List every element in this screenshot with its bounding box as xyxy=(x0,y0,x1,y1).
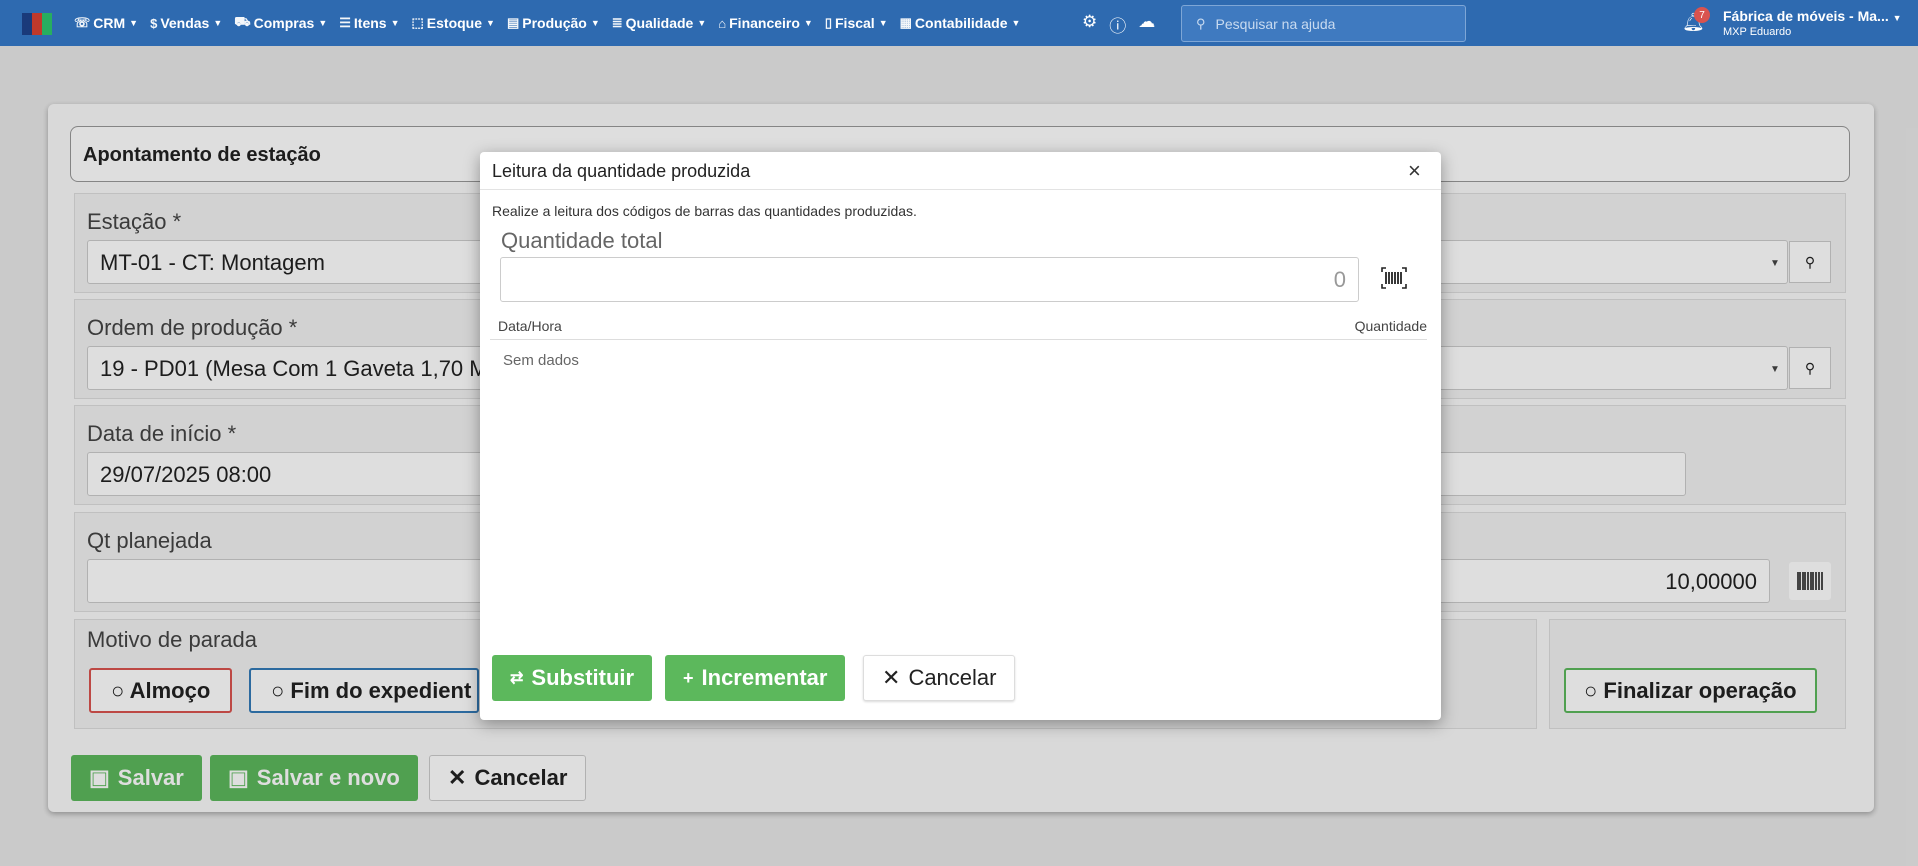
menu-contabilidade[interactable]: ▦ Contabilidade ▼ xyxy=(900,15,1021,31)
modal-header: Leitura da quantidade produzida × xyxy=(480,152,1441,190)
checklist-icon: ≣ xyxy=(611,15,623,30)
chevron-down-icon: ▼ xyxy=(213,18,223,28)
total-quantity-label: Quantidade total xyxy=(501,228,663,253)
chevron-down-icon: ▼ xyxy=(486,18,495,28)
chevron-down-icon: ▼ xyxy=(590,18,600,28)
replace-button[interactable]: ⇄ Substituir xyxy=(492,655,653,701)
chevron-down-icon: ▼ xyxy=(390,18,400,28)
menu-compras[interactable]: ⛟ Compras ▼ xyxy=(234,14,327,32)
top-navbar: ☏ CRM ▼ $ Vendas ▼ ⛟ Compras ▼ ☰ Itens ▼ ⬚ Estoqu… xyxy=(0,0,1918,46)
close-icon: ✕ xyxy=(882,665,901,690)
increment-button[interactable]: + Incrementar xyxy=(665,655,846,701)
menu-financeiro[interactable]: ⌂ Financeiro ▼ xyxy=(718,15,813,31)
chevron-down-icon: ▼ xyxy=(697,18,707,28)
chevron-down-icon: ▼ xyxy=(1892,13,1902,23)
barcode-scan-icon[interactable] xyxy=(1378,262,1410,294)
company-selector[interactable]: Fábrica de móveis - Ma... ▼ MXP Eduardo xyxy=(1723,8,1902,38)
gear-icon[interactable]: ⚙ xyxy=(1082,12,1097,37)
cart-icon: ⛟ xyxy=(234,14,251,29)
menu-qualidade[interactable]: ≣ Qualidade ▼ xyxy=(612,15,707,31)
quantity-reading-modal: Leitura da quantidade produzida × Realiz… xyxy=(480,152,1441,720)
calculator-icon: ▦ xyxy=(899,15,912,30)
modal-cancel-button[interactable]: ✕ Cancelar xyxy=(863,655,1016,701)
chevron-down-icon: ▼ xyxy=(1011,18,1021,28)
modal-description: Realize a leitura dos códigos de barras … xyxy=(492,203,917,219)
main-menu: ☏ CRM ▼ $ Vendas ▼ ⛟ Compras ▼ ☰ Itens ▼ ⬚ Estoqu… xyxy=(74,0,1032,46)
top-icon-group: ⚙ ⓘ ☁ xyxy=(1082,12,1155,37)
menu-producao[interactable]: ▤ Produção ▼ xyxy=(507,15,600,31)
chevron-down-icon: ▼ xyxy=(878,18,888,28)
app-logo[interactable] xyxy=(22,13,52,35)
document-icon: ▯ xyxy=(824,15,832,30)
help-icon[interactable]: ⓘ xyxy=(1109,12,1126,37)
swap-icon: ⇄ xyxy=(510,670,524,687)
total-quantity-input[interactable]: 0 xyxy=(500,257,1359,302)
menu-fiscal[interactable]: ▯ Fiscal ▼ xyxy=(825,15,888,31)
company-name: Fábrica de móveis - Ma... xyxy=(1723,8,1889,24)
dollar-icon: $ xyxy=(150,15,158,31)
menu-crm[interactable]: ☏ CRM ▼ xyxy=(74,15,138,31)
chevron-down-icon: ▼ xyxy=(129,18,139,28)
search-icon: ⚲ xyxy=(1196,15,1206,31)
user-name: MXP Eduardo xyxy=(1723,26,1792,38)
menu-itens[interactable]: ☰ Itens ▼ xyxy=(339,15,399,31)
list-icon: ☰ xyxy=(339,15,351,30)
column-datetime: Data/Hora xyxy=(498,318,562,334)
bank-icon: ⌂ xyxy=(718,15,727,31)
help-search-input[interactable]: ⚲ Pesquisar na ajuda xyxy=(1181,5,1466,42)
factory-icon: ▤ xyxy=(506,15,520,30)
close-icon[interactable]: × xyxy=(1408,158,1421,184)
readings-table-header: Data/Hora Quantidade xyxy=(490,312,1427,340)
plus-icon: + xyxy=(683,667,694,688)
chat-icon[interactable]: ☁ xyxy=(1138,12,1155,37)
chevron-down-icon: ▼ xyxy=(803,18,813,28)
box-icon: ⬚ xyxy=(411,15,424,30)
column-quantity: Quantidade xyxy=(1354,318,1427,334)
menu-estoque[interactable]: ⬚ Estoque ▼ xyxy=(412,15,495,31)
empty-table-message: Sem dados xyxy=(503,352,579,369)
chevron-down-icon: ▼ xyxy=(318,18,328,28)
notification-badge: 7 xyxy=(1694,7,1710,23)
modal-title: Leitura da quantidade produzida xyxy=(492,161,751,181)
menu-vendas[interactable]: $ Vendas ▼ xyxy=(150,15,222,31)
crm-icon: ☏ xyxy=(74,15,91,30)
